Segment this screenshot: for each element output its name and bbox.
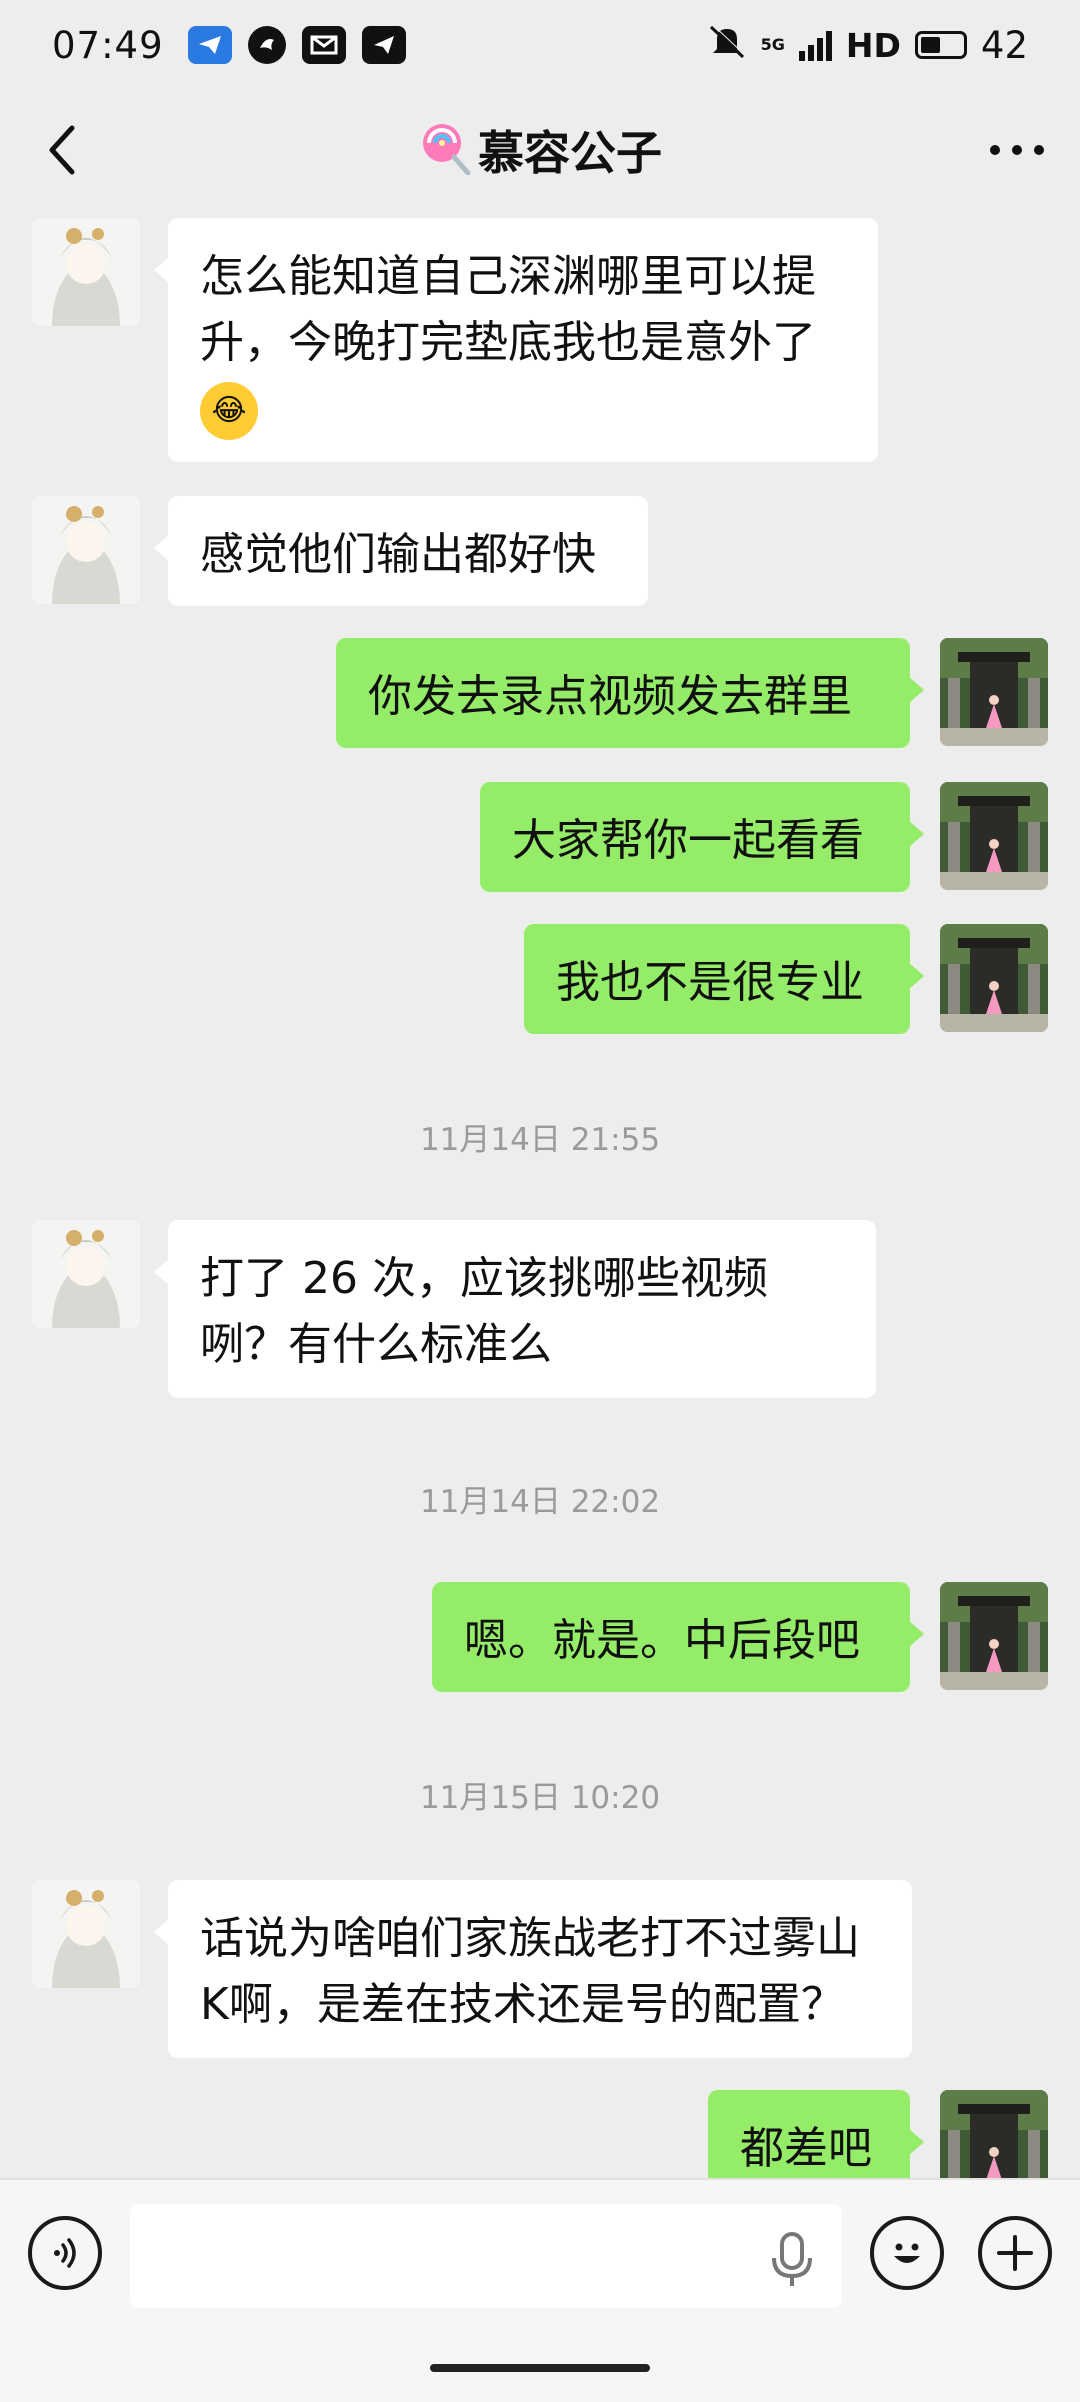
chevron-left-icon <box>49 125 75 175</box>
outgoing-message-bubble[interactable]: 你发去录点视频发去群里 <box>336 638 924 748</box>
incoming-message-bubble[interactable]: 话说为啥咱们家族战老打不过雾山K啊，是差在技术还是号的配置？ <box>154 1880 912 2058</box>
more-actions-button[interactable] <box>978 2216 1052 2290</box>
chat-header: 慕容公子 <box>0 90 1080 210</box>
timestamp: 11月14日 22:02 <box>419 1484 661 1520</box>
tears-of-joy-emoji: 😂 <box>200 382 258 440</box>
mail-icon <box>301 26 346 64</box>
message-text: 我也不是很专业 <box>556 957 864 1008</box>
telegram-icon <box>187 26 232 64</box>
chat-area[interactable]: 怎么能知道自己深渊哪里可以提升，今晚打完垫底我也是意外了 😂 感觉他们输出都好快 … <box>0 210 1080 2178</box>
message-text: 感觉他们输出都好快 <box>200 529 596 580</box>
message-text: 怎么能知道自己深渊哪里可以提升，今晚打完垫底我也是意外了 <box>200 251 816 368</box>
contact-avatar[interactable] <box>32 218 140 326</box>
status-time: 07:49 <box>52 23 164 67</box>
my-avatar[interactable] <box>940 1582 1048 1690</box>
incoming-message-bubble[interactable]: 打了 26 次，应该挑哪些视频咧？有什么标准么 <box>154 1220 876 1398</box>
voice-toggle-button[interactable] <box>28 2216 102 2290</box>
outgoing-message-bubble[interactable]: 嗯。就是。中后段吧 <box>432 1582 924 1692</box>
outgoing-message-bubble[interactable]: 都差吧 <box>708 2090 924 2178</box>
hd-indicator: HD <box>845 25 901 65</box>
message-text: 嗯。就是。中后段吧 <box>464 1615 860 1666</box>
signal-icon <box>798 29 832 61</box>
outgoing-message-bubble[interactable]: 大家帮你一起看看 <box>480 782 924 892</box>
smiley-icon <box>894 2243 920 2263</box>
mute-bell-icon <box>707 23 747 68</box>
plus-icon <box>997 2235 1033 2271</box>
message-text: 大家帮你一起看看 <box>512 815 864 866</box>
my-avatar[interactable] <box>940 924 1048 1032</box>
microphone-icon[interactable] <box>770 2232 814 2288</box>
incoming-message-bubble[interactable]: 感觉他们输出都好快 <box>154 496 648 606</box>
contact-avatar[interactable] <box>32 1220 140 1328</box>
lollipop-icon <box>418 121 472 179</box>
message-text: 话说为啥咱们家族战老打不过雾山K啊，是差在技术还是号的配置？ <box>200 1913 860 2030</box>
outgoing-message-bubble[interactable]: 我也不是很专业 <box>524 924 924 1034</box>
home-indicator[interactable] <box>430 2364 650 2372</box>
my-avatar[interactable] <box>940 782 1048 890</box>
contact-name: 慕容公子 <box>478 126 662 180</box>
message-text: 你发去录点视频发去群里 <box>368 671 852 722</box>
message-input[interactable] <box>130 2204 842 2308</box>
chat-title: 慕容公子 <box>418 117 662 183</box>
more-button[interactable] <box>982 118 1052 182</box>
incoming-message-bubble[interactable]: 怎么能知道自己深渊哪里可以提升，今晚打完垫底我也是意外了 😂 <box>154 218 878 462</box>
bird-icon <box>247 26 286 64</box>
back-button[interactable] <box>30 118 94 182</box>
status-bar: 07:49 5G HD 42 <box>0 0 1080 90</box>
voice-icon <box>54 2238 76 2268</box>
timestamp: 11月14日 21:55 <box>419 1122 661 1158</box>
message-text: 打了 26 次，应该挑哪些视频咧？有什么标准么 <box>200 1253 768 1370</box>
timestamp: 11月15日 10:20 <box>419 1780 661 1816</box>
send-icon <box>361 26 406 64</box>
message-text: 都差吧 <box>740 2123 872 2174</box>
contact-avatar[interactable] <box>32 496 140 604</box>
network-type: 5G <box>760 35 785 54</box>
battery-level: 42 <box>980 23 1028 67</box>
my-avatar[interactable] <box>940 638 1048 746</box>
my-avatar[interactable] <box>940 2090 1048 2178</box>
more-dots-icon <box>990 145 1044 155</box>
emoji-button[interactable] <box>870 2216 944 2290</box>
contact-avatar[interactable] <box>32 1880 140 1988</box>
battery-icon <box>914 31 967 59</box>
